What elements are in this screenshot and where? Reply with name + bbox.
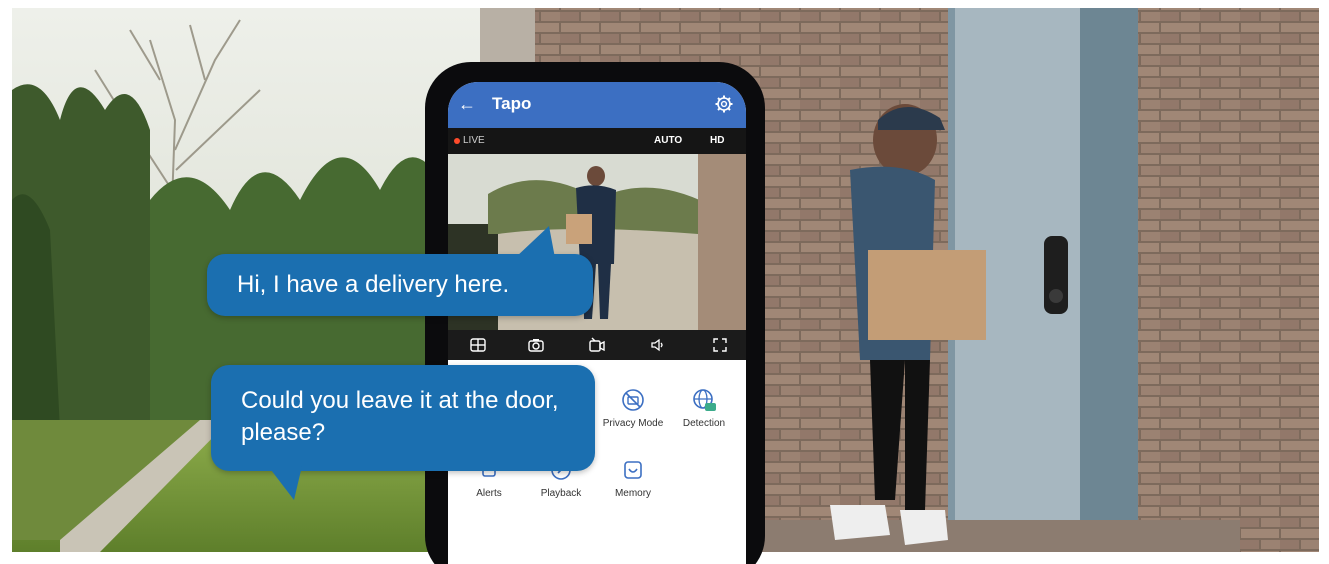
owner-message: Could you leave it at the door, please? bbox=[241, 387, 559, 446]
hd-quality-button[interactable]: HD bbox=[710, 135, 724, 146]
stream-status-bar: LIVE AUTO HD bbox=[448, 128, 746, 154]
owner-speech-bubble: Could you leave it at the door, please? bbox=[211, 365, 595, 471]
marketing-banner: ← Tapo LIVE AUTO HD Privacy Mode Detecti… bbox=[0, 0, 1329, 564]
playback-label: Playback bbox=[540, 488, 582, 499]
privacy-mode-button[interactable]: Privacy Mode bbox=[598, 388, 668, 429]
arrow-left-icon[interactable]: ← bbox=[458, 93, 480, 115]
visitor-message: Hi, I have a delivery here. bbox=[237, 271, 510, 298]
app-title: Tapo bbox=[492, 94, 532, 113]
alerts-label: Alerts bbox=[476, 488, 502, 499]
memory-icon bbox=[624, 461, 642, 479]
auto-quality-button[interactable]: AUTO bbox=[654, 135, 682, 146]
gear-icon[interactable] bbox=[714, 94, 734, 114]
video-toolbar bbox=[448, 330, 746, 360]
detection-button[interactable]: Detection bbox=[669, 388, 739, 429]
speaker-icon[interactable] bbox=[648, 335, 668, 355]
detection-icon bbox=[693, 389, 716, 411]
grid-icon[interactable] bbox=[468, 335, 488, 355]
visitor-bubble-tail bbox=[515, 226, 555, 258]
live-label: LIVE bbox=[463, 135, 485, 146]
privacy-mode-label: Privacy Mode bbox=[602, 418, 664, 429]
visitor-speech-bubble: Hi, I have a delivery here. bbox=[207, 254, 593, 316]
owner-bubble-tail bbox=[268, 466, 302, 500]
detection-label: Detection bbox=[682, 418, 726, 429]
fullscreen-icon[interactable] bbox=[710, 335, 730, 355]
memory-button[interactable]: Memory bbox=[598, 458, 668, 499]
live-indicator-icon bbox=[454, 138, 460, 144]
memory-label: Memory bbox=[614, 488, 652, 499]
privacy-icon bbox=[622, 389, 644, 411]
app-header: ← Tapo bbox=[448, 82, 746, 128]
tapo-app-screen: ← Tapo LIVE AUTO HD Privacy Mode Detecti… bbox=[448, 82, 746, 564]
record-icon[interactable] bbox=[587, 335, 607, 355]
camera-icon[interactable] bbox=[526, 335, 546, 355]
